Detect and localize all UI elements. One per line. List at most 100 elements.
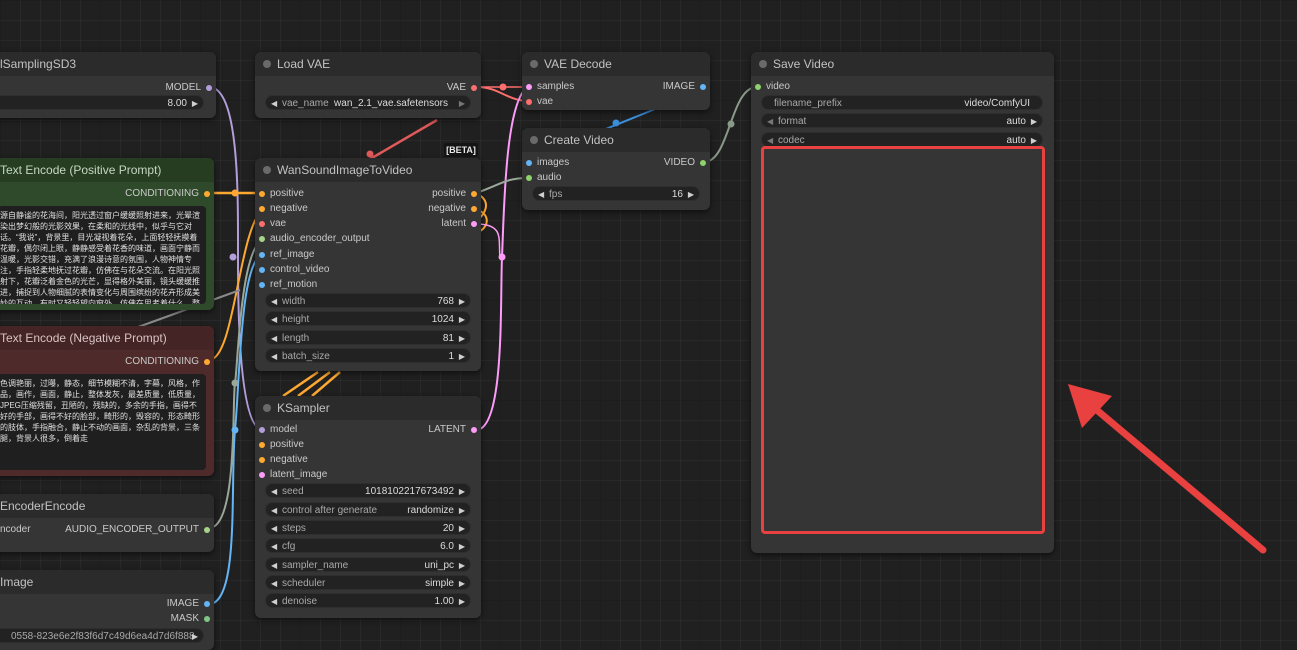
socket-icon[interactable]: [526, 175, 532, 181]
sampler-name-widget[interactable]: ◀ sampler_name uni_pc ▶: [265, 557, 471, 572]
arrow-right-icon[interactable]: ▶: [459, 558, 465, 573]
socket-icon[interactable]: [259, 236, 265, 242]
socket-icon[interactable]: [204, 616, 210, 622]
socket-icon[interactable]: [471, 191, 477, 197]
seed-widget[interactable]: ◀ seed 1018102217673492 ▶: [265, 483, 471, 498]
socket-icon[interactable]: [259, 221, 265, 227]
arrow-left-icon[interactable]: ◀: [767, 114, 773, 129]
socket-icon[interactable]: [471, 427, 477, 433]
output-latent[interactable]: LATENT: [428, 424, 477, 436]
input-images[interactable]: images: [526, 157, 569, 169]
negative-prompt-node[interactable]: Text Encode (Negative Prompt) CONDITIONI…: [0, 326, 214, 476]
audio-encoder-output[interactable]: AUDIO_ENCODER_OUTPUT: [65, 524, 210, 536]
arrow-right-icon[interactable]: ▶: [192, 96, 198, 111]
denoise-widget[interactable]: ◀ denoise 1.00 ▶: [265, 593, 471, 608]
model-output[interactable]: MODEL: [165, 82, 212, 94]
audio-encoder-node[interactable]: EncoderEncode ncoder AUDIO_ENCODER_OUTPU…: [0, 494, 214, 552]
node-title[interactable]: KSampler: [255, 396, 481, 420]
arrow-left-icon[interactable]: ◀: [271, 294, 277, 309]
arrow-right-icon[interactable]: ▶: [459, 349, 465, 364]
arrow-left-icon[interactable]: ◀: [271, 331, 277, 346]
arrow-right-icon[interactable]: ▶: [459, 294, 465, 309]
node-title[interactable]: WanSoundImageToVideo: [255, 158, 481, 182]
arrow-right-icon[interactable]: ▶: [459, 539, 465, 554]
input-vae[interactable]: vae: [259, 218, 286, 230]
arrow-right-icon[interactable]: ▶: [459, 331, 465, 346]
arrow-left-icon[interactable]: ◀: [271, 312, 277, 327]
socket-icon[interactable]: [259, 282, 265, 288]
steps-widget[interactable]: ◀ steps 20 ▶: [265, 520, 471, 535]
arrow-left-icon[interactable]: ◀: [271, 503, 277, 518]
socket-icon[interactable]: [526, 160, 532, 166]
load-image-node[interactable]: Image IMAGE MASK 0558-823e6e2f83f6d7c49d…: [0, 570, 214, 650]
socket-icon[interactable]: [700, 84, 706, 90]
conditioning-output[interactable]: CONDITIONING: [125, 188, 210, 200]
socket-icon[interactable]: [259, 252, 265, 258]
node-title[interactable]: Image: [0, 570, 214, 594]
create-video-node[interactable]: Create Video images audio VIDEO ◀ fps 16 ▶: [522, 128, 710, 210]
socket-icon[interactable]: [755, 84, 761, 90]
height-widget[interactable]: ◀ height 1024 ▶: [265, 311, 471, 326]
arrow-left-icon[interactable]: ◀: [271, 96, 277, 111]
input-audio[interactable]: audio: [526, 172, 561, 184]
input-negative[interactable]: negative: [259, 203, 308, 215]
socket-icon[interactable]: [204, 359, 210, 365]
positive-prompt-text[interactable]: 源自静谧的花海间，阳光透过窗户缓缓照射进来，光晕渲染出梦幻般的光影效果，在柔和的…: [0, 206, 206, 304]
arrow-right-icon[interactable]: ▶: [459, 594, 465, 609]
arrow-left-icon[interactable]: ◀: [271, 558, 277, 573]
socket-icon[interactable]: [204, 527, 210, 533]
socket-icon[interactable]: [259, 457, 265, 463]
arrow-left-icon[interactable]: ◀: [271, 539, 277, 554]
mask-output[interactable]: MASK: [171, 613, 210, 625]
negative-prompt-text[interactable]: 色调艳丽，过曝，静态，细节模糊不清，字幕，风格，作品，画作，画面，静止，整体发灰…: [0, 374, 206, 470]
fps-widget[interactable]: ◀ fps 16 ▶: [532, 186, 700, 201]
vae-decode-node[interactable]: VAE Decode samples vae IMAGE: [522, 52, 710, 110]
arrow-right-icon[interactable]: ▶: [688, 187, 694, 202]
shift-widget[interactable]: 8.00 ▶: [0, 95, 204, 110]
socket-icon[interactable]: [259, 267, 265, 273]
arrow-right-icon[interactable]: ▶: [459, 484, 465, 499]
output-negative[interactable]: negative: [428, 203, 477, 215]
node-title[interactable]: Text Encode (Negative Prompt): [0, 326, 214, 350]
arrow-right-icon[interactable]: ▶: [459, 576, 465, 591]
input-latent-image[interactable]: latent_image: [259, 469, 327, 481]
socket-icon[interactable]: [526, 84, 532, 90]
input-model[interactable]: model: [259, 424, 297, 436]
arrow-right-icon[interactable]: ▶: [459, 312, 465, 327]
input-ref-motion[interactable]: ref_motion: [259, 279, 317, 291]
node-title[interactable]: EncoderEncode: [0, 494, 214, 518]
width-widget[interactable]: ◀ width 768 ▶: [265, 293, 471, 308]
arrow-right-icon[interactable]: ▶: [459, 96, 465, 111]
scheduler-widget[interactable]: ◀ scheduler simple ▶: [265, 575, 471, 590]
arrow-left-icon[interactable]: ◀: [271, 484, 277, 499]
image-filename-widget[interactable]: 0558-823e6e2f83f6d7c49d6ea4d7d6f888 ▶: [0, 628, 204, 643]
vae-name-widget[interactable]: ◀ vae_name wan_2.1_vae.safetensors ▶: [265, 95, 471, 110]
ksampler-node[interactable]: KSampler model positive negative latent_…: [255, 396, 481, 618]
model-sampling-node[interactable]: lSamplingSD3 MODEL 8.00 ▶: [0, 52, 216, 118]
arrow-left-icon[interactable]: ◀: [271, 521, 277, 536]
node-title[interactable]: Save Video: [751, 52, 1054, 76]
node-title[interactable]: Create Video: [522, 128, 710, 152]
input-samples[interactable]: samples: [526, 81, 574, 93]
image-output[interactable]: IMAGE: [167, 598, 210, 610]
output-video[interactable]: VIDEO: [664, 157, 706, 169]
arrow-left-icon[interactable]: ◀: [271, 349, 277, 364]
batch-size-widget[interactable]: ◀ batch_size 1 ▶: [265, 348, 471, 363]
input-vae[interactable]: vae: [526, 96, 553, 108]
vae-output[interactable]: VAE: [447, 82, 477, 94]
node-title[interactable]: Load VAE: [255, 52, 481, 76]
socket-icon[interactable]: [471, 85, 477, 91]
control-after-generate-widget[interactable]: ◀ control after generate randomize ▶: [265, 502, 471, 517]
input-negative[interactable]: negative: [259, 454, 308, 466]
socket-icon[interactable]: [471, 221, 477, 227]
input-audio-encoder-output[interactable]: audio_encoder_output: [259, 233, 370, 245]
load-vae-node[interactable]: Load VAE VAE ◀ vae_name wan_2.1_vae.safe…: [255, 52, 481, 118]
format-widget[interactable]: ◀ format auto ▶: [761, 113, 1043, 128]
output-latent[interactable]: latent: [442, 218, 477, 230]
socket-icon[interactable]: [471, 206, 477, 212]
input-positive[interactable]: positive: [259, 439, 304, 451]
socket-icon[interactable]: [526, 99, 532, 105]
node-title[interactable]: VAE Decode: [522, 52, 710, 76]
cfg-widget[interactable]: ◀ cfg 6.0 ▶: [265, 538, 471, 553]
arrow-right-icon[interactable]: ▶: [459, 503, 465, 518]
